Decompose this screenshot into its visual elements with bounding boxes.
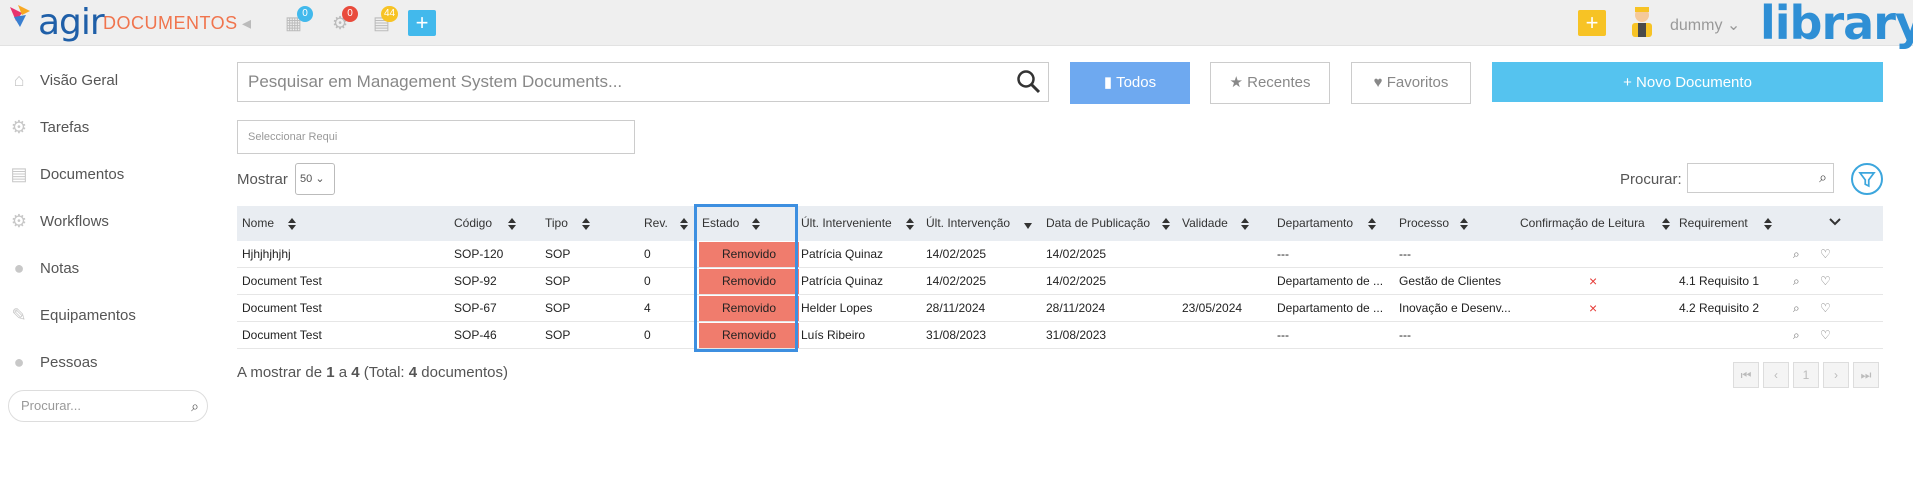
col-code[interactable]: Código	[454, 206, 492, 241]
sidebar-search-input[interactable]: Procurar... ⌕	[8, 390, 208, 422]
sort-icon[interactable]	[507, 217, 517, 231]
avatar[interactable]	[1627, 5, 1657, 39]
close-icon: ×	[1589, 300, 1598, 316]
favorite-icon[interactable]: ♡	[1820, 268, 1831, 295]
col-requirement[interactable]: Requirement	[1679, 206, 1748, 241]
search-icon[interactable]	[1016, 69, 1042, 95]
document-icon: ▤	[10, 163, 28, 184]
filter-recent-button[interactable]: ★ Recentes	[1210, 62, 1330, 104]
gear-icon: ⚙	[10, 116, 28, 137]
prev-page-button[interactable]: ‹	[1763, 362, 1789, 388]
favorite-icon[interactable]: ♡	[1820, 295, 1831, 322]
view-icon[interactable]: ⌕	[1793, 268, 1800, 295]
document-search-input[interactable]: Pesquisar em Management System Documents…	[237, 62, 1049, 102]
sidebar-item-equipment[interactable]: ✎ Equipamentos	[8, 300, 135, 330]
first-page-button[interactable]: ⏮	[1733, 362, 1759, 388]
filter-all-button[interactable]: ▮ Todos	[1070, 62, 1190, 104]
sort-icon[interactable]	[1763, 217, 1773, 231]
calendar-badge: 0	[297, 6, 313, 22]
sort-icon[interactable]	[581, 217, 591, 231]
table-header: Nome Código Tipo Rev. Estado Últ. Interv…	[237, 206, 1883, 241]
estado-column-highlight	[694, 204, 798, 352]
add-button[interactable]: +	[1578, 10, 1606, 36]
page-size-select[interactable]: 50 ⌄	[295, 163, 335, 195]
col-last-user[interactable]: Últ. Interveniente	[801, 206, 892, 241]
sidebar: ⌂ Visão Geral ⚙ Tarefas ▤ Documentos ⚙ Workf…	[0, 47, 220, 485]
view-icon[interactable]: ⌕	[1793, 295, 1800, 322]
search-icon[interactable]: ⌕	[1819, 169, 1827, 186]
filter-icon[interactable]	[1851, 163, 1883, 195]
last-page-button[interactable]: ⏭	[1853, 362, 1879, 388]
table-row[interactable]: Document Test SOP-46 SOP 0 Removido Luís…	[237, 322, 1883, 349]
sort-icon[interactable]	[1459, 217, 1469, 231]
close-icon: ×	[1589, 273, 1598, 289]
sidebar-item-people[interactable]: ● Pessoas	[8, 347, 98, 377]
heart-icon: ♥	[1373, 74, 1383, 91]
favorite-icon[interactable]: ♡	[1820, 241, 1831, 268]
table-row[interactable]: Hjhjhjhjhj SOP-120 SOP 0 Removido Patríc…	[237, 241, 1883, 268]
user-name[interactable]: dummy ⌄	[1670, 15, 1740, 35]
home-icon: ⌂	[13, 69, 25, 90]
table-search-label: Procurar:	[1620, 171, 1682, 188]
top-bar: agir DOCUMENTOS ◂ ▦ 0 ⚙ 0 ▤ 44 + + dummy…	[0, 0, 1913, 50]
view-icon[interactable]: ⌕	[1793, 241, 1800, 268]
file-icon: ▮	[1103, 74, 1113, 91]
col-dept[interactable]: Departamento	[1277, 206, 1353, 241]
documents-badge: 44	[381, 6, 399, 22]
requirement-select[interactable]: Seleccionar Requi	[237, 120, 635, 154]
search-icon[interactable]: ⌕	[191, 391, 199, 421]
workflow-icon: ⚙	[10, 210, 28, 231]
comments-icon: ●	[13, 257, 25, 278]
favorite-icon[interactable]: ♡	[1820, 322, 1831, 349]
col-process[interactable]: Processo	[1399, 206, 1449, 241]
brand-logo: library	[1760, 0, 1913, 50]
logo-text: agir	[38, 2, 105, 43]
filter-favorites-button[interactable]: ♥ Favoritos	[1351, 62, 1471, 104]
chevron-down-icon: ⌄	[315, 173, 325, 185]
pagination-info: A mostrar de 1 a 4 (Total: 4 documentos)	[237, 364, 508, 381]
sidebar-item-workflows[interactable]: ⚙ Workflows	[8, 206, 109, 236]
plus-icon: +	[1623, 74, 1632, 91]
app-title[interactable]: DOCUMENTOS	[103, 13, 238, 34]
quick-add-button[interactable]: +	[408, 10, 436, 36]
settings-badge: 0	[342, 6, 358, 22]
show-label: Mostrar	[237, 171, 288, 188]
next-page-button[interactable]: ›	[1823, 362, 1849, 388]
sort-icon[interactable]	[1240, 217, 1250, 231]
chevron-down-icon: ⌄	[1726, 17, 1741, 34]
chevron-down-icon[interactable]	[1828, 215, 1842, 229]
col-validity[interactable]: Validade	[1182, 206, 1228, 241]
col-pub-date[interactable]: Data de Publicação	[1046, 206, 1150, 241]
collapse-icon[interactable]: ◂	[242, 13, 251, 34]
table-row[interactable]: Document Test SOP-92 SOP 0 Removido Patr…	[237, 268, 1883, 295]
table-row[interactable]: Document Test SOP-67 SOP 4 Removido Held…	[237, 295, 1883, 322]
sidebar-item-overview[interactable]: ⌂ Visão Geral	[8, 65, 119, 95]
view-icon[interactable]: ⌕	[1793, 322, 1800, 349]
sidebar-item-tasks[interactable]: ⚙ Tarefas	[8, 112, 89, 142]
col-last-date[interactable]: Últ. Intervenção	[926, 206, 1010, 241]
col-name[interactable]: Nome	[242, 206, 274, 241]
current-page[interactable]: 1	[1793, 362, 1819, 388]
sidebar-item-notes[interactable]: ● Notas	[8, 253, 80, 283]
sidebar-item-documents[interactable]: ▤ Documentos	[8, 159, 124, 189]
sort-icon[interactable]	[679, 217, 689, 231]
sort-icon[interactable]	[1367, 217, 1377, 231]
new-document-button[interactable]: + Novo Documento	[1492, 62, 1883, 102]
sort-desc-icon[interactable]	[1023, 217, 1033, 231]
sort-icon[interactable]	[1161, 217, 1171, 231]
user-icon: ●	[13, 351, 25, 372]
sort-icon[interactable]	[287, 217, 297, 231]
table-search-input[interactable]: ⌕	[1687, 163, 1834, 193]
col-rev[interactable]: Rev.	[644, 206, 668, 241]
wrench-icon: ✎	[11, 304, 27, 325]
col-read-conf[interactable]: Confirmação de Leitura	[1520, 206, 1645, 241]
sort-icon[interactable]	[905, 217, 915, 231]
star-icon: ★	[1229, 74, 1243, 91]
sort-icon[interactable]	[1661, 217, 1671, 231]
col-type[interactable]: Tipo	[545, 206, 568, 241]
